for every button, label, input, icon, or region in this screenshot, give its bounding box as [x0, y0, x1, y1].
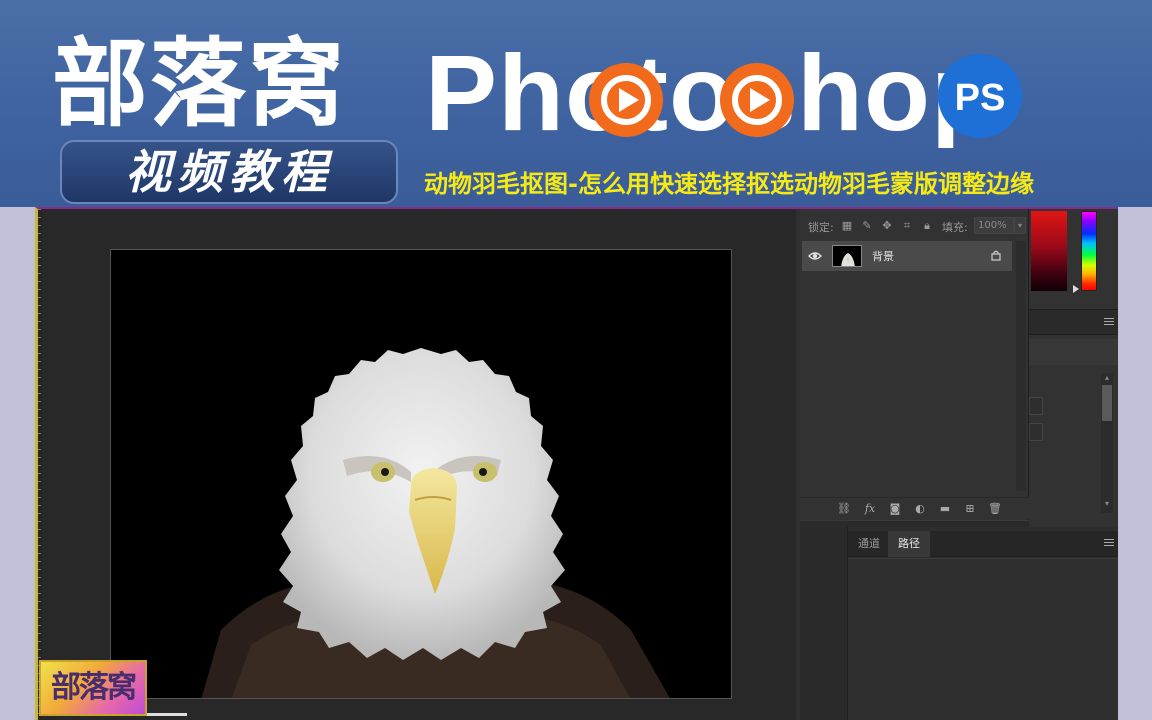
photoshop-word-text: Photoshop: [425, 38, 998, 148]
lock-image-pixels-icon[interactable]: ✎: [860, 219, 874, 233]
ps-badge-text: PS: [955, 77, 1006, 119]
eagle-eye-right: [473, 462, 497, 482]
lock-transparent-pixels-icon[interactable]: ▦: [840, 219, 854, 233]
eagle-eye-left: [371, 462, 395, 482]
scroll-down-icon[interactable]: ▾: [1102, 499, 1112, 509]
color-panel: [1029, 209, 1118, 309]
paths-tabbar: 通道 路径: [848, 531, 1118, 557]
tab-channels[interactable]: 通道: [848, 531, 890, 557]
scrollbar-thumb[interactable]: [1102, 385, 1112, 421]
video-tutorial-label: 视频教程: [125, 145, 333, 199]
fx-icon[interactable]: fx: [862, 502, 878, 516]
panel-menu-icon[interactable]: [1104, 318, 1114, 326]
fill-input[interactable]: 100%: [974, 217, 1014, 234]
fill-label: 填充:: [942, 221, 968, 234]
layers-footer-toolbar: ⛓ fx ◙ ◐ ▬ ⊞ 🗑︎: [800, 497, 1029, 519]
collapsed-panel-dock: [800, 527, 848, 720]
panel-menu-icon[interactable]: [1104, 539, 1114, 547]
document-canvas[interactable]: [110, 249, 732, 699]
lock-label: 锁定:: [808, 221, 834, 234]
color-saturation-field[interactable]: [1031, 211, 1067, 291]
properties-tabbar: [1029, 309, 1118, 335]
eye-icon[interactable]: [808, 249, 822, 263]
watermark-bar: [147, 713, 187, 716]
ruler-left: [38, 209, 41, 720]
layer-thumbnail: [832, 245, 862, 267]
canvas-area[interactable]: [42, 209, 796, 720]
tab-paths[interactable]: 路径: [888, 531, 930, 557]
lock-all-icon[interactable]: 🔒︎: [920, 219, 934, 233]
mask-icon[interactable]: ◙: [887, 502, 903, 516]
eagle-image: [201, 348, 670, 698]
watermark-text: 部落窝: [51, 670, 137, 705]
properties-field[interactable]: [1029, 423, 1043, 441]
paths-list: [848, 558, 1118, 720]
trash-icon[interactable]: 🗑︎: [987, 502, 1003, 516]
lock-icon[interactable]: [990, 249, 1002, 261]
replay-o-icon-1: [589, 63, 663, 137]
hue-pointer-icon[interactable]: [1073, 285, 1079, 293]
paths-panel: 通道 路径: [848, 527, 1118, 720]
link-icon[interactable]: ⛓: [836, 502, 852, 516]
new-layer-icon[interactable]: ⊞: [962, 502, 978, 516]
layer-name[interactable]: 背景: [872, 248, 894, 264]
photoshop-workspace: 锁定: ▦ ✎ ✥ ⌗ 🔒︎ 填充: 100% ▾ 背景 ⛓ fx ◙ ◐ ▬ …: [35, 207, 1118, 720]
properties-scrollbar[interactable]: ▴ ▾: [1101, 373, 1113, 513]
watermark-logo: 部落窝: [39, 660, 147, 716]
lock-row: 锁定: ▦ ✎ ✥ ⌗ 🔒︎ 填充: 100% ▾: [800, 215, 1029, 237]
properties-panel: ▴ ▾: [1029, 309, 1118, 527]
video-tutorial-badge: 视频教程: [60, 140, 398, 204]
adjustment-icon[interactable]: ◐: [912, 502, 928, 516]
lock-position-icon[interactable]: ✥: [880, 219, 894, 233]
brand-logo-text: 部落窝: [52, 28, 346, 140]
replay-o-icon-2: [720, 63, 794, 137]
fill-dropdown-icon[interactable]: ▾: [1014, 217, 1026, 234]
layer-row-background[interactable]: 背景: [802, 241, 1012, 271]
properties-subheader: [1029, 339, 1118, 365]
tutorial-title: 动物羽毛抠图-怎么用快速选择抠选动物羽毛蒙版调整边缘: [424, 170, 1034, 198]
layers-panel: 锁定: ▦ ✎ ✥ ⌗ 🔒︎ 填充: 100% ▾ 背景 ⛓ fx ◙ ◐ ▬ …: [800, 209, 1029, 527]
tutorial-banner: 部落窝 视频教程 Photoshop PS 动物羽毛抠图-怎么用快速选择抠选动物…: [0, 0, 1152, 207]
ps-badge-icon: PS: [938, 54, 1022, 138]
folder-icon[interactable]: ▬: [937, 502, 953, 516]
hue-slider[interactable]: [1081, 211, 1097, 291]
properties-field[interactable]: [1029, 397, 1043, 415]
layers-scrollbar[interactable]: [1016, 241, 1026, 491]
lock-artboard-icon[interactable]: ⌗: [900, 219, 914, 233]
scroll-up-icon[interactable]: ▴: [1102, 373, 1112, 383]
photoshop-wordmark: Photoshop PS: [425, 38, 1115, 148]
layers-bottom-edge: [800, 520, 1029, 527]
